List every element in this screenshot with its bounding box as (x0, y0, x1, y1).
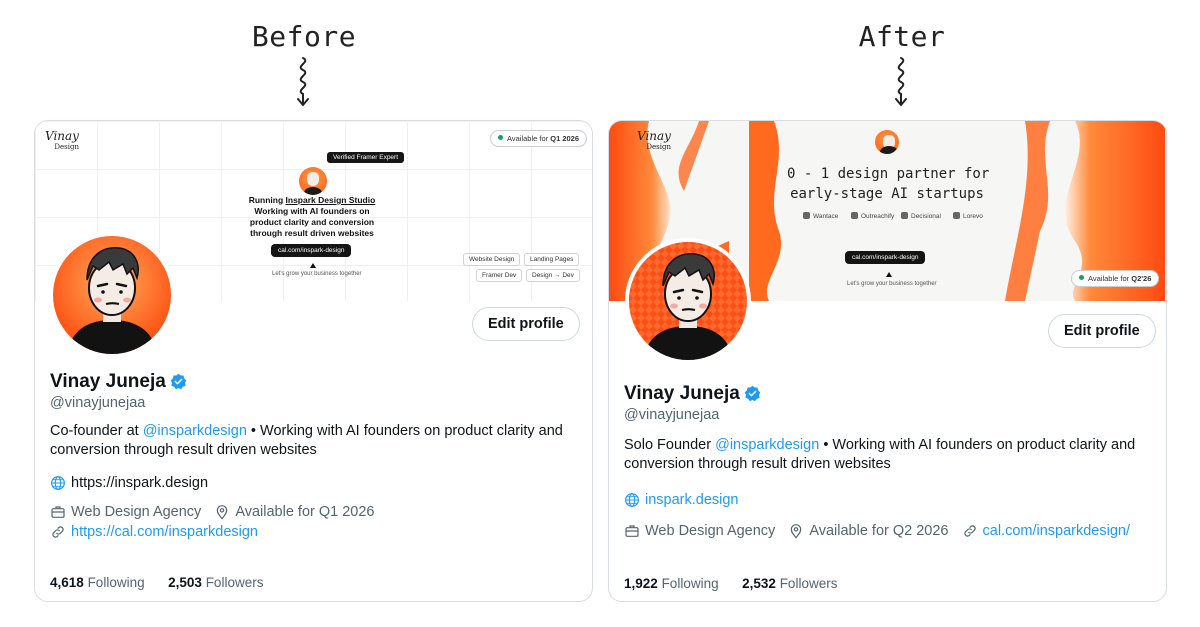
mention-link[interactable]: @insparkdesign (715, 437, 819, 453)
banner-avatar (875, 130, 899, 154)
briefcase-icon (625, 525, 639, 537)
service-tag: Design → Dev (526, 269, 580, 282)
before-heading: Before (251, 20, 357, 53)
caret-icon (886, 272, 892, 277)
client-logo: Lorevo (953, 212, 983, 220)
orange-flame-shape (749, 121, 782, 301)
service-tag: Framer Dev (476, 269, 523, 282)
category-label: Web Design Agency (71, 504, 202, 520)
profile-meta-row: Web Design Agency Available for Q1 2026 (50, 504, 375, 520)
status-dot-icon (1079, 275, 1084, 280)
username-handle: @vinayjunejaa (50, 395, 146, 411)
website-row: https://inspark.design (50, 475, 208, 491)
location-icon (217, 505, 228, 520)
edit-profile-button[interactable]: Edit profile (472, 307, 580, 341)
banner-cta: cal.com/inspark-design (271, 244, 352, 257)
display-name: Vinay Juneja (624, 383, 761, 405)
banner-avatar (299, 167, 327, 195)
verified-badge-icon (744, 385, 761, 402)
followers-count[interactable]: 2,503 Followers (168, 575, 263, 590)
mention-link[interactable]: @insparkdesign (143, 423, 247, 439)
website-link[interactable]: https://inspark.design (71, 475, 208, 491)
link-icon (52, 526, 64, 538)
client-logo: Outreachify (851, 212, 894, 220)
banner-logo: Vinay Design (45, 129, 79, 151)
squiggle-arrow-icon (297, 57, 309, 107)
link-icon (963, 525, 976, 537)
follow-stats: 1,922 Following 2,532 Followers (624, 576, 837, 591)
client-logo: Wantace (803, 212, 838, 220)
display-name: Vinay Juneja (50, 371, 187, 393)
caret-icon (310, 263, 316, 268)
external-link[interactable]: cal.com/insparkdesign/ (983, 523, 1131, 539)
followers-count[interactable]: 2,532 Followers (742, 576, 837, 591)
username-handle: @vinayjunejaa (624, 407, 720, 423)
verified-badge-icon (170, 373, 187, 390)
location-label: Available for Q2 2026 (809, 523, 949, 539)
service-tag: Landing Pages (524, 253, 580, 266)
service-tag: Website Design (463, 253, 521, 266)
profile-meta-row: Web Design Agency Available for Q2 2026 … (624, 523, 1130, 539)
profile-bio: Solo Founder @insparkdesign • Working wi… (624, 437, 1136, 472)
banner-headline: Running Inspark Design Studio Working wi… (248, 195, 376, 238)
edit-profile-button[interactable]: Edit profile (1048, 314, 1156, 348)
profile-avatar[interactable] (625, 238, 751, 364)
briefcase-icon (51, 506, 65, 518)
link-row: https://cal.com/insparkdesign (50, 524, 258, 540)
squiggle-arrow-icon (895, 57, 907, 107)
after-heading: After (858, 20, 946, 53)
website-row: inspark.design (624, 492, 739, 508)
location-icon (791, 524, 802, 539)
globe-icon (625, 493, 639, 507)
banner-cta: cal.com/inspark-design (845, 251, 926, 264)
following-count[interactable]: 1,922 Following (624, 576, 719, 591)
profile-card-before: Vinay Design Available for Q1 2026 Verifi… (34, 120, 593, 602)
banner-headline: 0 - 1 design partner for early-stage AI … (787, 166, 990, 202)
globe-icon (51, 476, 65, 490)
availability-pill: Available for Q2'26 (1071, 270, 1160, 287)
category-label: Web Design Agency (645, 523, 776, 539)
availability-pill: Available for Q1 2026 (490, 130, 588, 147)
client-logo: Decisional (901, 212, 941, 220)
banner-tagline: Let's grow your business together (847, 281, 937, 287)
profile-avatar[interactable] (49, 232, 175, 358)
verified-expert-tag: Verified Framer Expert (327, 152, 405, 163)
location-label: Available for Q1 2026 (235, 504, 375, 520)
banner-logo: Vinay Design (637, 129, 671, 151)
banner-tagline: Let's grow your business together (272, 271, 362, 277)
external-link[interactable]: https://cal.com/insparkdesign (71, 524, 258, 540)
status-dot-icon (498, 135, 503, 140)
website-link[interactable]: inspark.design (645, 492, 739, 508)
profile-card-after: Vinay Design 0 - 1 design partner for ear… (608, 120, 1167, 602)
following-count[interactable]: 4,618 Following (50, 575, 145, 590)
follow-stats: 4,618 Following 2,503 Followers (50, 575, 263, 590)
profile-bio: Co-founder at @insparkdesign • Working w… (50, 423, 563, 458)
